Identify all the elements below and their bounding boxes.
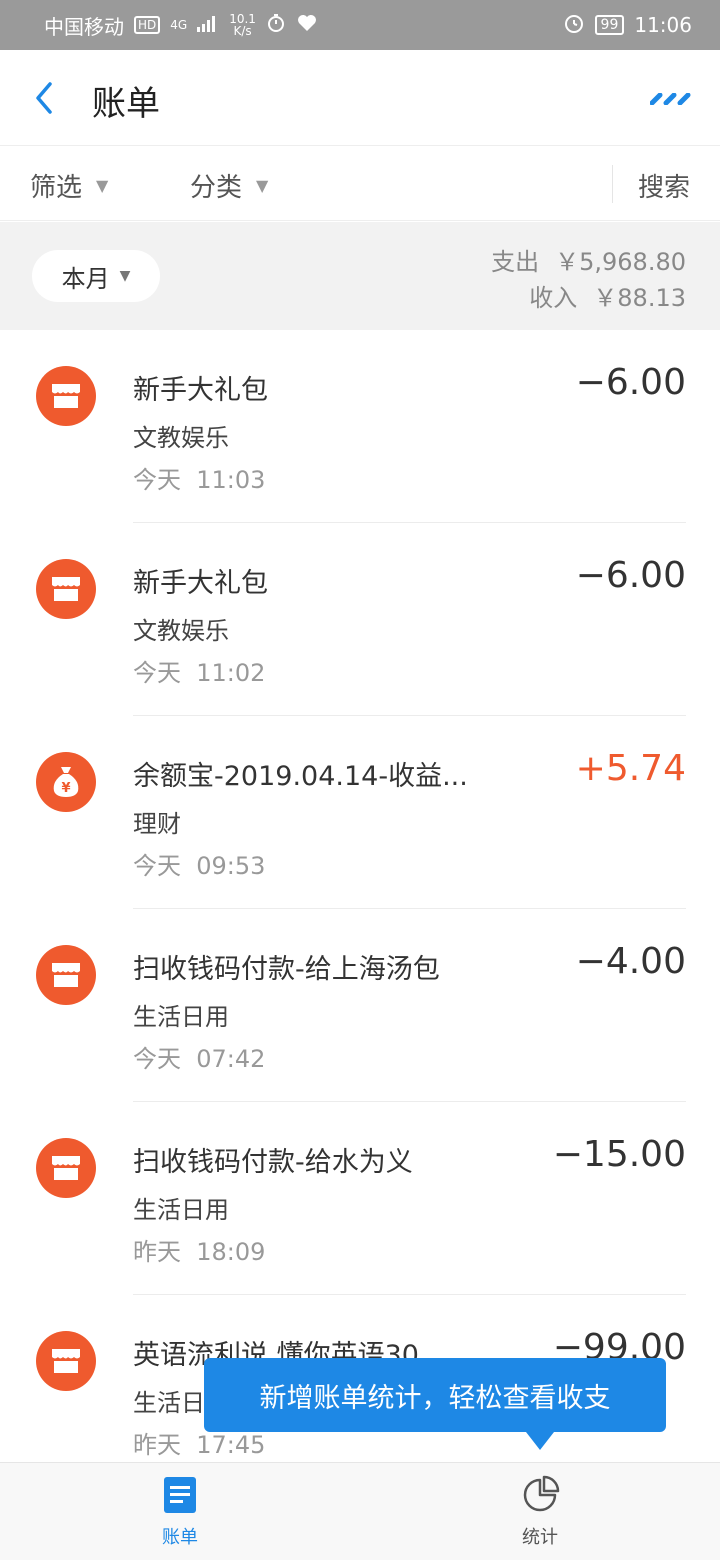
transaction-name: 余额宝-2019.04.14-收益... — [133, 761, 468, 792]
transaction-time: 今天 11:03 — [133, 460, 265, 495]
more-icon[interactable] — [649, 90, 694, 109]
heart-icon — [296, 13, 318, 38]
svg-text:¥: ¥ — [61, 781, 70, 796]
transaction-clock: 18:09 — [196, 1238, 266, 1266]
transaction-name: 新手大礼包 — [133, 375, 268, 406]
transaction-amount: −15.00 — [552, 1134, 686, 1175]
transaction-category: 文教娱乐 — [133, 424, 229, 452]
transaction-list: 新手大礼包 文教娱乐 今天 11:03 −6.00 新手大礼包 文教娱乐 今天 … — [0, 330, 720, 1488]
transaction-row[interactable]: 扫收钱码付款-给水为义 生活日用 昨天 18:09 −15.00 — [0, 1102, 720, 1295]
caret-down-icon: ▼ — [96, 176, 109, 195]
transaction-name: 扫收钱码付款-给上海汤包 — [133, 954, 440, 985]
money-bag-icon: ¥ — [36, 752, 96, 812]
transaction-day: 昨天 — [133, 1238, 181, 1266]
search-button[interactable]: 搜索 — [638, 167, 690, 204]
month-selector[interactable]: 本月 ▼ — [32, 250, 160, 302]
transaction-clock: 11:03 — [196, 466, 266, 494]
month-label: 本月 — [61, 264, 110, 293]
transaction-row[interactable]: 新手大礼包 文教娱乐 今天 11:02 −6.00 — [0, 523, 720, 716]
bill-tab-label: 账单 — [162, 1527, 198, 1548]
transaction-name: 扫收钱码付款-给水为义 — [133, 1147, 413, 1178]
income-label: 收入 — [529, 284, 578, 312]
hd-badge: HD — [134, 16, 161, 34]
expense-value: ￥5,968.80 — [555, 248, 686, 276]
tab-stats[interactable]: 统计 — [480, 1475, 600, 1549]
pie-chart-icon — [520, 1475, 560, 1515]
transaction-time: 今天 09:53 — [133, 846, 265, 881]
income-summary: 收入 ￥88.13 — [529, 278, 686, 313]
status-left: 中国移动 HD 4G 10.1 K/s — [44, 11, 318, 40]
transaction-amount: +5.74 — [575, 748, 686, 789]
timer-icon — [266, 13, 286, 38]
caret-down-icon: ▼ — [256, 176, 269, 195]
clock: 11:06 — [634, 13, 692, 37]
category-label: 分类 — [190, 173, 243, 203]
transaction-day: 今天 — [133, 1045, 181, 1073]
transaction-day: 今天 — [133, 659, 181, 687]
caret-down-icon: ▼ — [119, 268, 131, 284]
store-icon — [36, 559, 96, 619]
speed-unit: K/s — [233, 24, 252, 38]
transaction-day: 今天 — [133, 466, 181, 494]
transaction-clock: 09:53 — [196, 852, 266, 880]
store-icon — [36, 366, 96, 426]
filter-bar: 筛选 ▼ 分类 ▼ 搜索 — [0, 147, 720, 221]
transaction-category: 理财 — [133, 810, 181, 838]
signal-icon — [197, 13, 219, 37]
network-type: 4G — [170, 18, 188, 32]
transaction-time: 昨天 18:09 — [133, 1232, 265, 1267]
transaction-category: 文教娱乐 — [133, 617, 229, 645]
back-icon[interactable] — [24, 76, 68, 120]
filter-dropdown[interactable]: 筛选 ▼ — [30, 167, 108, 204]
transaction-time: 今天 11:02 — [133, 653, 265, 688]
income-value: ￥88.13 — [593, 284, 686, 312]
battery-indicator: 99 — [594, 15, 625, 35]
transaction-amount: −6.00 — [575, 555, 686, 596]
transaction-amount: −6.00 — [575, 362, 686, 403]
store-icon — [36, 1331, 96, 1391]
status-bar: 中国移动 HD 4G 10.1 K/s 99 11:06 — [0, 0, 720, 50]
filter-divider — [612, 165, 613, 203]
transaction-name: 新手大礼包 — [133, 568, 268, 599]
tab-bill[interactable]: 账单 — [120, 1475, 240, 1549]
transaction-clock: 07:42 — [196, 1045, 266, 1073]
category-dropdown[interactable]: 分类 ▼ — [190, 167, 268, 204]
transaction-category: 生活日用 — [133, 1003, 229, 1031]
expense-label: 支出 — [491, 248, 540, 276]
store-icon — [36, 1138, 96, 1198]
transaction-category: 生活日用 — [133, 1196, 229, 1224]
app-header: 账单 — [0, 50, 720, 146]
stats-tab-label: 统计 — [522, 1527, 558, 1548]
transaction-clock: 17:45 — [196, 1431, 266, 1459]
month-summary: 本月 ▼ 支出 ￥5,968.80 收入 ￥88.13 — [0, 222, 720, 330]
transaction-row[interactable]: 扫收钱码付款-给上海汤包 生活日用 今天 07:42 −4.00 — [0, 909, 720, 1102]
transaction-day: 今天 — [133, 852, 181, 880]
tooltip-arrow — [526, 1432, 554, 1450]
transaction-time: 今天 07:42 — [133, 1039, 265, 1074]
alarm-icon — [563, 12, 585, 39]
transaction-clock: 11:02 — [196, 659, 266, 687]
transaction-row[interactable]: ¥ 余额宝-2019.04.14-收益... 理财 今天 09:53 +5.74 — [0, 716, 720, 909]
carrier-name: 中国移动 — [44, 14, 124, 39]
network-speed: 10.1 K/s — [229, 13, 256, 37]
transaction-row[interactable]: 新手大礼包 文教娱乐 今天 11:03 −6.00 — [0, 330, 720, 523]
expense-summary: 支出 ￥5,968.80 — [491, 242, 686, 277]
bottom-nav: 账单 统计 — [0, 1462, 720, 1560]
page-title: 账单 — [92, 84, 160, 124]
bill-icon — [160, 1475, 200, 1515]
store-icon — [36, 945, 96, 1005]
stats-tooltip[interactable]: 新增账单统计，轻松查看收支 — [204, 1358, 666, 1432]
transaction-day: 昨天 — [133, 1431, 181, 1459]
transaction-amount: −4.00 — [575, 941, 686, 982]
filter-label: 筛选 — [30, 173, 83, 203]
status-right: 99 11:06 — [563, 12, 692, 39]
